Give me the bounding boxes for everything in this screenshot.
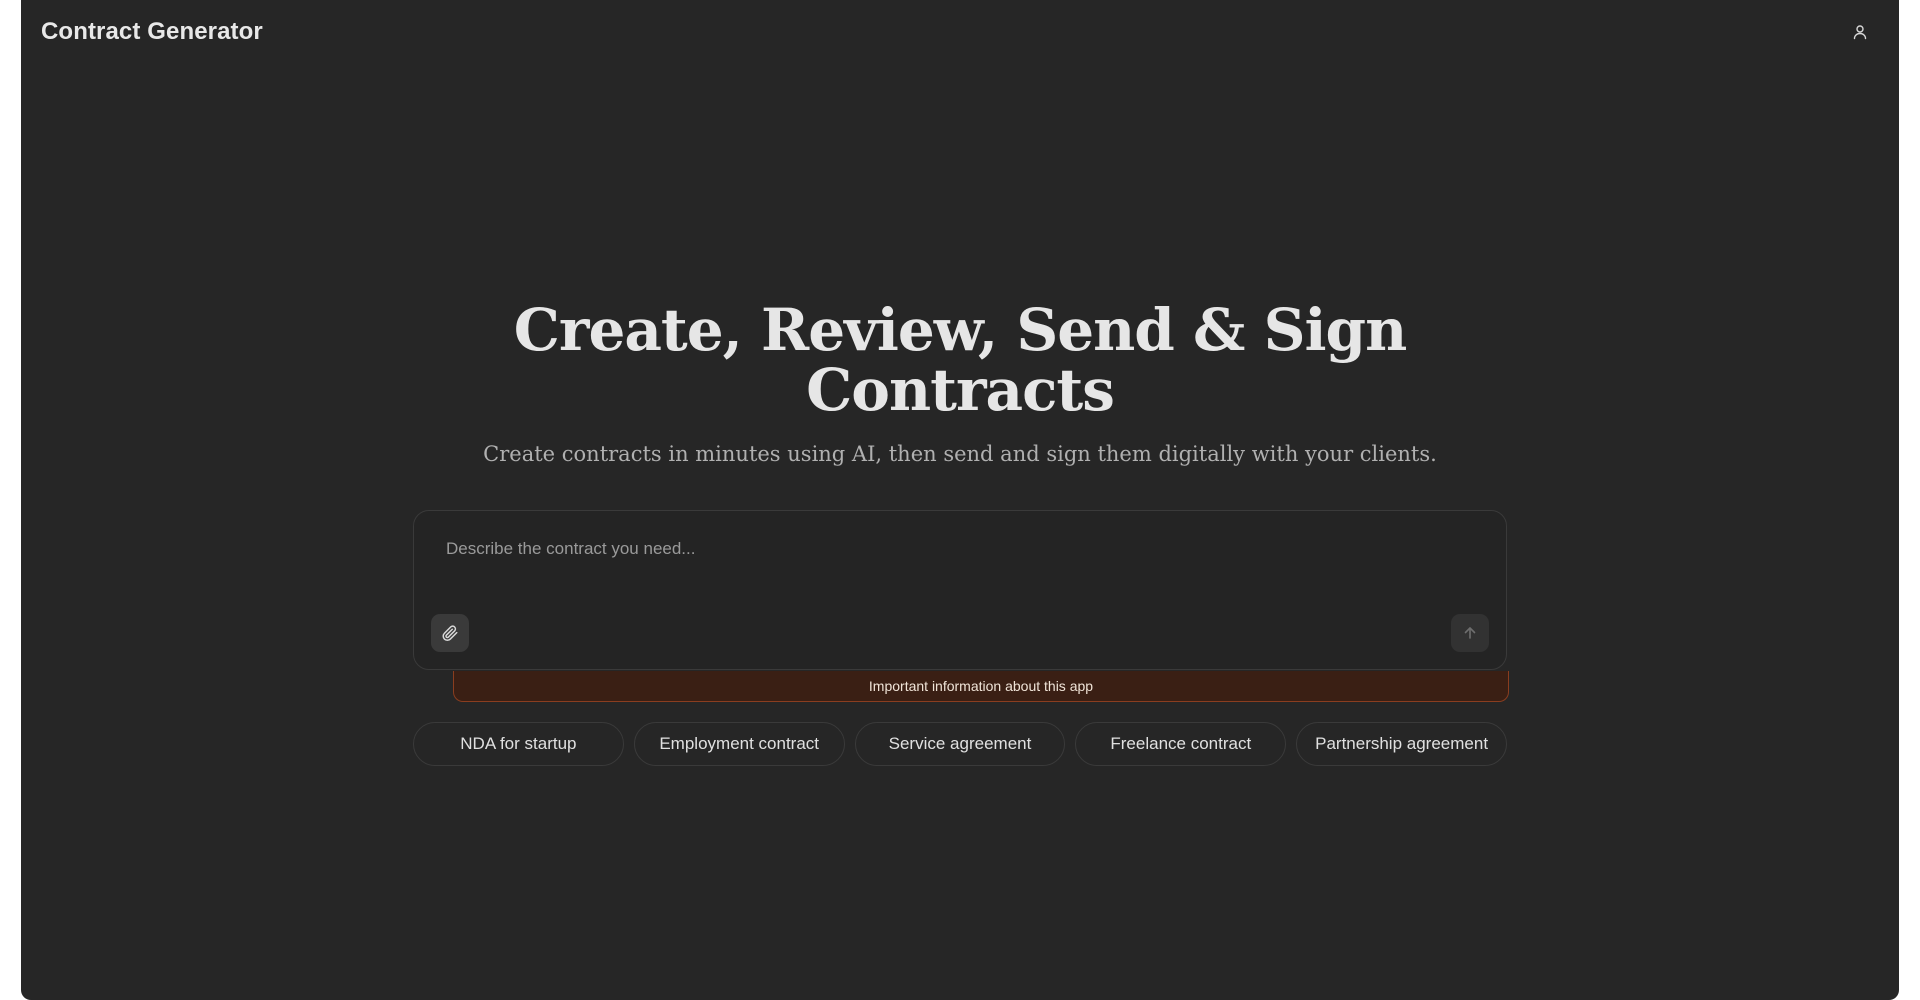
important-info-banner[interactable]: Important information about this app bbox=[453, 671, 1509, 702]
suggestion-chip-employment[interactable]: Employment contract bbox=[633, 722, 845, 766]
suggestion-chips: NDA for startup Employment contract Serv… bbox=[413, 722, 1507, 766]
hero-section: Create, Review, Send & Sign Contracts Cr… bbox=[21, 300, 1899, 466]
hero-subtitle: Create contracts in minutes using AI, th… bbox=[483, 442, 1437, 466]
send-button[interactable] bbox=[1451, 614, 1489, 652]
paperclip-icon bbox=[442, 625, 458, 642]
user-account-button[interactable] bbox=[1847, 19, 1873, 45]
attach-file-button[interactable] bbox=[431, 614, 469, 652]
arrow-up-icon bbox=[1464, 627, 1476, 639]
suggestion-chip-freelance[interactable]: Freelance contract bbox=[1075, 722, 1287, 766]
suggestion-chip-nda[interactable]: NDA for startup bbox=[413, 722, 624, 766]
suggestion-chip-partnership[interactable]: Partnership agreement bbox=[1296, 722, 1507, 766]
app-window: Contract Generator Create, Review, Send … bbox=[21, 0, 1899, 1000]
hero-title: Create, Review, Send & Sign Contracts bbox=[513, 296, 1408, 424]
top-bar: Contract Generator bbox=[21, 0, 1899, 66]
contract-prompt-box bbox=[413, 510, 1507, 670]
suggestion-chip-service[interactable]: Service agreement bbox=[854, 722, 1066, 766]
contract-description-input[interactable] bbox=[444, 537, 1478, 601]
app-title: Contract Generator bbox=[41, 18, 263, 45]
user-icon bbox=[1853, 25, 1867, 40]
